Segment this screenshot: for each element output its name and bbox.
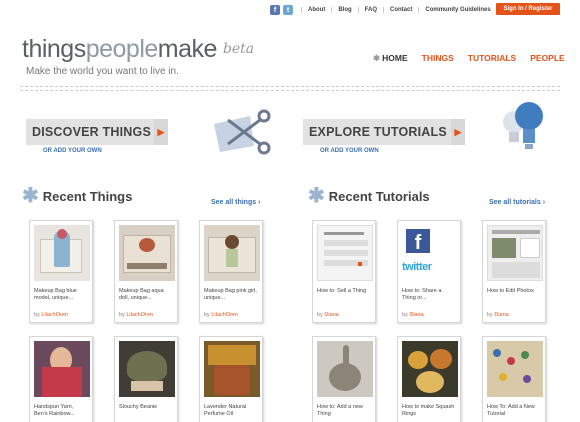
chevron-right-icon: ›: [542, 199, 546, 206]
thing-title: Handspun Yarn, Ben's Rainbow...: [34, 404, 75, 417]
thing-card[interactable]: Slouchy Beanie: [114, 336, 178, 422]
tutorial-thumbnail: [402, 341, 458, 397]
tutorial-thumbnail: [317, 225, 373, 281]
discover-things-label: DISCOVER THINGS: [32, 125, 151, 139]
tutorial-card[interactable]: How to make Squash Rings: [397, 336, 461, 422]
author-link[interactable]: LilachOren: [211, 312, 238, 318]
thing-title: Lavender Natural Perfume Oil: [204, 404, 247, 417]
sign-in-register-button[interactable]: Sign In / Register: [496, 3, 560, 15]
utility-bar: f t About Blog FAQ Contact Community Gui…: [270, 3, 497, 17]
explore-tutorials-label: EXPLORE TUTORIALS: [309, 125, 447, 139]
author-link[interactable]: Diana: [494, 312, 508, 318]
thing-card[interactable]: Makeup Bag aqua doll, unique... by Lilac…: [114, 220, 178, 323]
recent-things-heading: ✱ Recent Things: [22, 185, 133, 207]
thing-author: by LilachOren: [204, 312, 238, 318]
blog-link[interactable]: Blog: [331, 7, 357, 13]
about-link[interactable]: About: [301, 7, 331, 13]
nav-home[interactable]: ✱ HOME: [373, 53, 408, 64]
social-links: f t: [270, 5, 293, 15]
logo-part-people: people: [85, 35, 159, 63]
thing-card[interactable]: Makeup Bag blue model, unique... by Lila…: [29, 220, 93, 323]
thing-title: Makeup Bag aqua doll, unique...: [119, 288, 164, 301]
logo-part-things: things: [22, 35, 86, 63]
nav-home-label: HOME: [382, 53, 408, 63]
add-own-tutorial-link[interactable]: OR ADD YOUR OWN: [320, 148, 379, 154]
chevron-right-icon: ›: [258, 199, 261, 206]
tutorial-title: How to Edit Photos: [487, 288, 534, 294]
tutorial-title: How to: Add a new Thing: [317, 404, 363, 417]
tutorial-card[interactable]: f twitter How to: Share a Thing or... by…: [397, 220, 461, 323]
twitter-icon[interactable]: t: [283, 5, 293, 15]
tutorial-thumbnail: f twitter: [402, 225, 458, 281]
thing-thumbnail: [34, 341, 90, 397]
author-link[interactable]: Diana: [409, 312, 423, 318]
logo-part-make: make: [157, 35, 218, 63]
recent-things-title: Recent Things: [42, 188, 133, 204]
nav-tutorials[interactable]: TUTORIALS: [468, 53, 516, 64]
main-nav: ✱ HOME THINGS TUTORIALS PEOPLE: [373, 53, 565, 64]
see-all-tutorials-link[interactable]: See all tutorials ›: [489, 199, 545, 206]
chevron-right-icon: ▶: [451, 119, 465, 145]
header-divider: [20, 86, 560, 87]
author-link[interactable]: Diana: [324, 312, 338, 318]
explore-tutorials-button[interactable]: EXPLORE TUTORIALS ▶: [303, 119, 465, 145]
nav-things[interactable]: THINGS: [422, 53, 454, 64]
tutorial-author: by Diana: [487, 312, 509, 318]
thing-title: Makeup Bag blue model, unique...: [34, 288, 77, 301]
tutorial-thumbnail: [487, 341, 543, 397]
author-link[interactable]: LilachOren: [41, 312, 68, 318]
tutorial-title: How to: Sell a Thing: [317, 288, 367, 294]
lightbulb-icon: [503, 102, 543, 149]
tutorial-card[interactable]: How To: Add a New Tutorial: [482, 336, 546, 422]
contact-link[interactable]: Contact: [383, 7, 418, 13]
add-own-thing-link[interactable]: OR ADD YOUR OWN: [43, 148, 102, 154]
asterisk-icon: ✱: [22, 185, 39, 207]
thing-thumbnail: [119, 225, 175, 281]
facebook-icon[interactable]: f: [270, 5, 280, 15]
chevron-right-icon: ▶: [154, 119, 168, 145]
header-divider-2: [20, 90, 560, 91]
discover-things-button[interactable]: DISCOVER THINGS ▶: [26, 119, 168, 145]
thing-title: Slouchy Beanie: [119, 404, 158, 410]
beta-label: beta: [222, 41, 255, 57]
see-all-things-label: See all things: [211, 199, 257, 206]
asterisk-icon: ✱: [308, 185, 325, 207]
tutorial-title: How To: Add a New Tutorial: [487, 404, 535, 417]
tagline: Make the world you want to live in.: [26, 66, 179, 77]
tutorial-title: How to make Squash Rings: [402, 404, 455, 417]
tutorial-title: How to: Share a Thing or...: [402, 288, 442, 301]
tutorial-author: by Diana: [317, 312, 339, 318]
see-all-things-link[interactable]: See all things ›: [211, 199, 260, 206]
see-all-tutorials-label: See all tutorials: [489, 199, 541, 206]
scissors-icon: [214, 109, 271, 155]
recent-tutorials-title: Recent Tutorials: [328, 188, 430, 204]
thing-card[interactable]: Lavender Natural Perfume Oil: [199, 336, 263, 422]
tutorial-thumbnail: [317, 341, 373, 397]
thing-card[interactable]: Handspun Yarn, Ben's Rainbow...: [29, 336, 93, 422]
thing-thumbnail: [119, 341, 175, 397]
author-link[interactable]: LilachOren: [126, 312, 153, 318]
asterisk-icon: ✱: [373, 53, 381, 63]
thing-thumbnail: [204, 341, 260, 397]
site-logo[interactable]: thingspeoplemake beta: [22, 36, 254, 62]
tutorial-card[interactable]: How to: Sell a Thing by Diana: [312, 220, 376, 323]
community-guidelines-link[interactable]: Community Guidelines: [418, 7, 496, 13]
thing-author: by LilachOren: [34, 312, 68, 318]
tutorial-thumbnail: [487, 225, 543, 281]
thing-author: by LilachOren: [119, 312, 153, 318]
thing-title: Makeup Bag pink girl, unique...: [204, 288, 257, 301]
tutorial-author: by Diana: [402, 312, 424, 318]
faq-link[interactable]: FAQ: [357, 7, 383, 13]
thing-card[interactable]: Makeup Bag pink girl, unique... by Lilac…: [199, 220, 263, 323]
tutorial-card[interactable]: How to Edit Photos by Diana: [482, 220, 546, 323]
thing-thumbnail: [34, 225, 90, 281]
nav-people[interactable]: PEOPLE: [530, 53, 564, 64]
tutorial-card[interactable]: How to: Add a new Thing: [312, 336, 376, 422]
thing-thumbnail: [204, 225, 260, 281]
recent-tutorials-heading: ✱ Recent Tutorials: [308, 185, 430, 207]
